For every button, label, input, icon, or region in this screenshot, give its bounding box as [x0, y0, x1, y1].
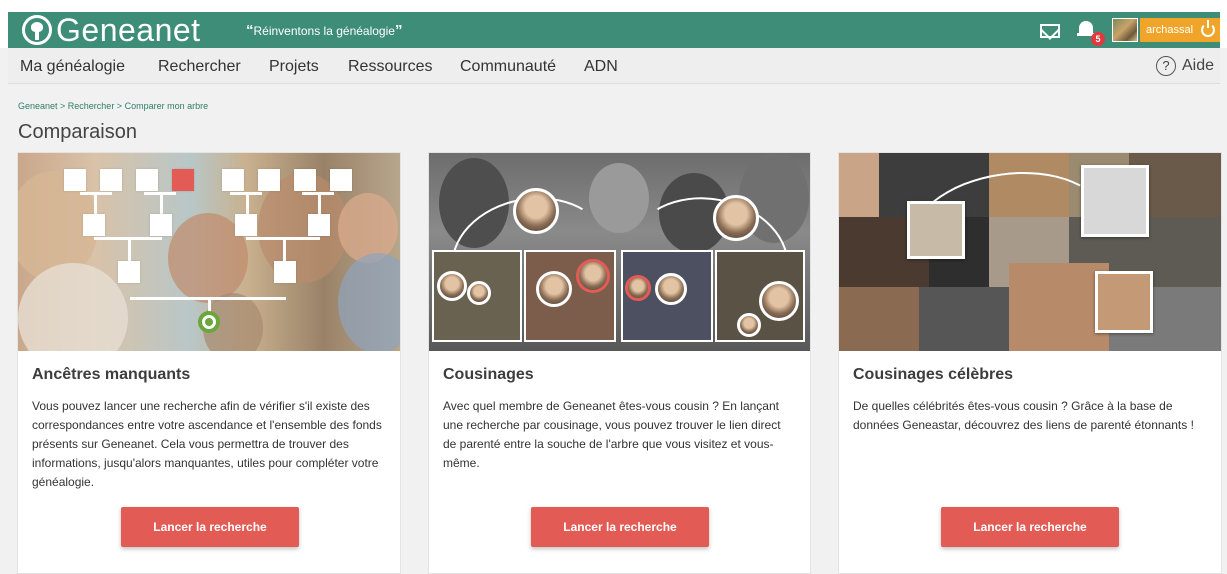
- card-cousinages-celebres: Cousinages célèbres De quelles célébrité…: [838, 152, 1222, 574]
- nav-ma-genealogie[interactable]: Ma généalogie: [20, 58, 125, 76]
- page-title: Comparaison: [18, 121, 137, 143]
- launch-search-button-3[interactable]: Lancer la recherche: [941, 507, 1119, 547]
- card-description: De quelles célébrités êtes-vous cousin ?…: [853, 399, 1194, 432]
- nav-ressources[interactable]: Ressources: [348, 58, 432, 76]
- launch-search-button-1[interactable]: Lancer la recherche: [121, 507, 299, 547]
- help-label: Aide: [1182, 57, 1215, 74]
- card-description: Avec quel membre de Geneanet êtes-vous c…: [443, 399, 781, 470]
- celebrities-illustration: [839, 153, 1221, 351]
- card-description: Vous pouvez lancer une recherche afin de…: [32, 399, 382, 489]
- card-title: Ancêtres manquants: [32, 366, 191, 383]
- launch-search-button-2[interactable]: Lancer la recherche: [531, 507, 709, 547]
- root-person-icon: [198, 311, 220, 333]
- avatar[interactable]: [1112, 18, 1138, 42]
- card-cousinages: Cousinages Avec quel membre de Geneanet …: [428, 152, 811, 574]
- nav-rechercher[interactable]: Rechercher: [158, 58, 241, 76]
- nav-projets[interactable]: Projets: [269, 58, 319, 76]
- tree-logo-icon: [22, 15, 52, 45]
- tagline-text: Réinventons la généalogie: [253, 24, 395, 38]
- card-title: Cousinages célèbres: [853, 366, 1014, 383]
- nav-adn[interactable]: ADN: [584, 58, 618, 76]
- notification-badge: 5: [1091, 32, 1105, 46]
- nav-communaute[interactable]: Communauté: [460, 58, 556, 76]
- tagline: “Réinventons la généalogie”: [246, 22, 403, 39]
- card-title: Cousinages: [443, 366, 534, 383]
- logo-text: Geneanet: [56, 12, 201, 48]
- brand-bar: Geneanet “Réinventons la généalogie” 5 a…: [8, 12, 1220, 48]
- family-tree-illustration: [18, 153, 400, 351]
- user-menu-button[interactable]: archassal: [1140, 18, 1220, 42]
- main-nav: Ma généalogie Rechercher Projets Ressour…: [8, 48, 1220, 84]
- cousinages-illustration: [429, 153, 810, 351]
- username: archassal: [1146, 24, 1194, 36]
- card-ancetres-manquants: Ancêtres manquants Vous pouvez lancer un…: [17, 152, 401, 574]
- question-icon: ?: [1156, 56, 1176, 76]
- mail-icon[interactable]: [1040, 24, 1060, 38]
- power-icon[interactable]: [1201, 20, 1215, 37]
- help-link[interactable]: ? Aide: [1156, 56, 1214, 76]
- geneanet-logo[interactable]: Geneanet: [22, 14, 201, 46]
- breadcrumb[interactable]: Geneanet > Rechercher > Comparer mon arb…: [18, 101, 208, 111]
- top-header: Geneanet “Réinventons la généalogie” 5 a…: [0, 0, 1227, 48]
